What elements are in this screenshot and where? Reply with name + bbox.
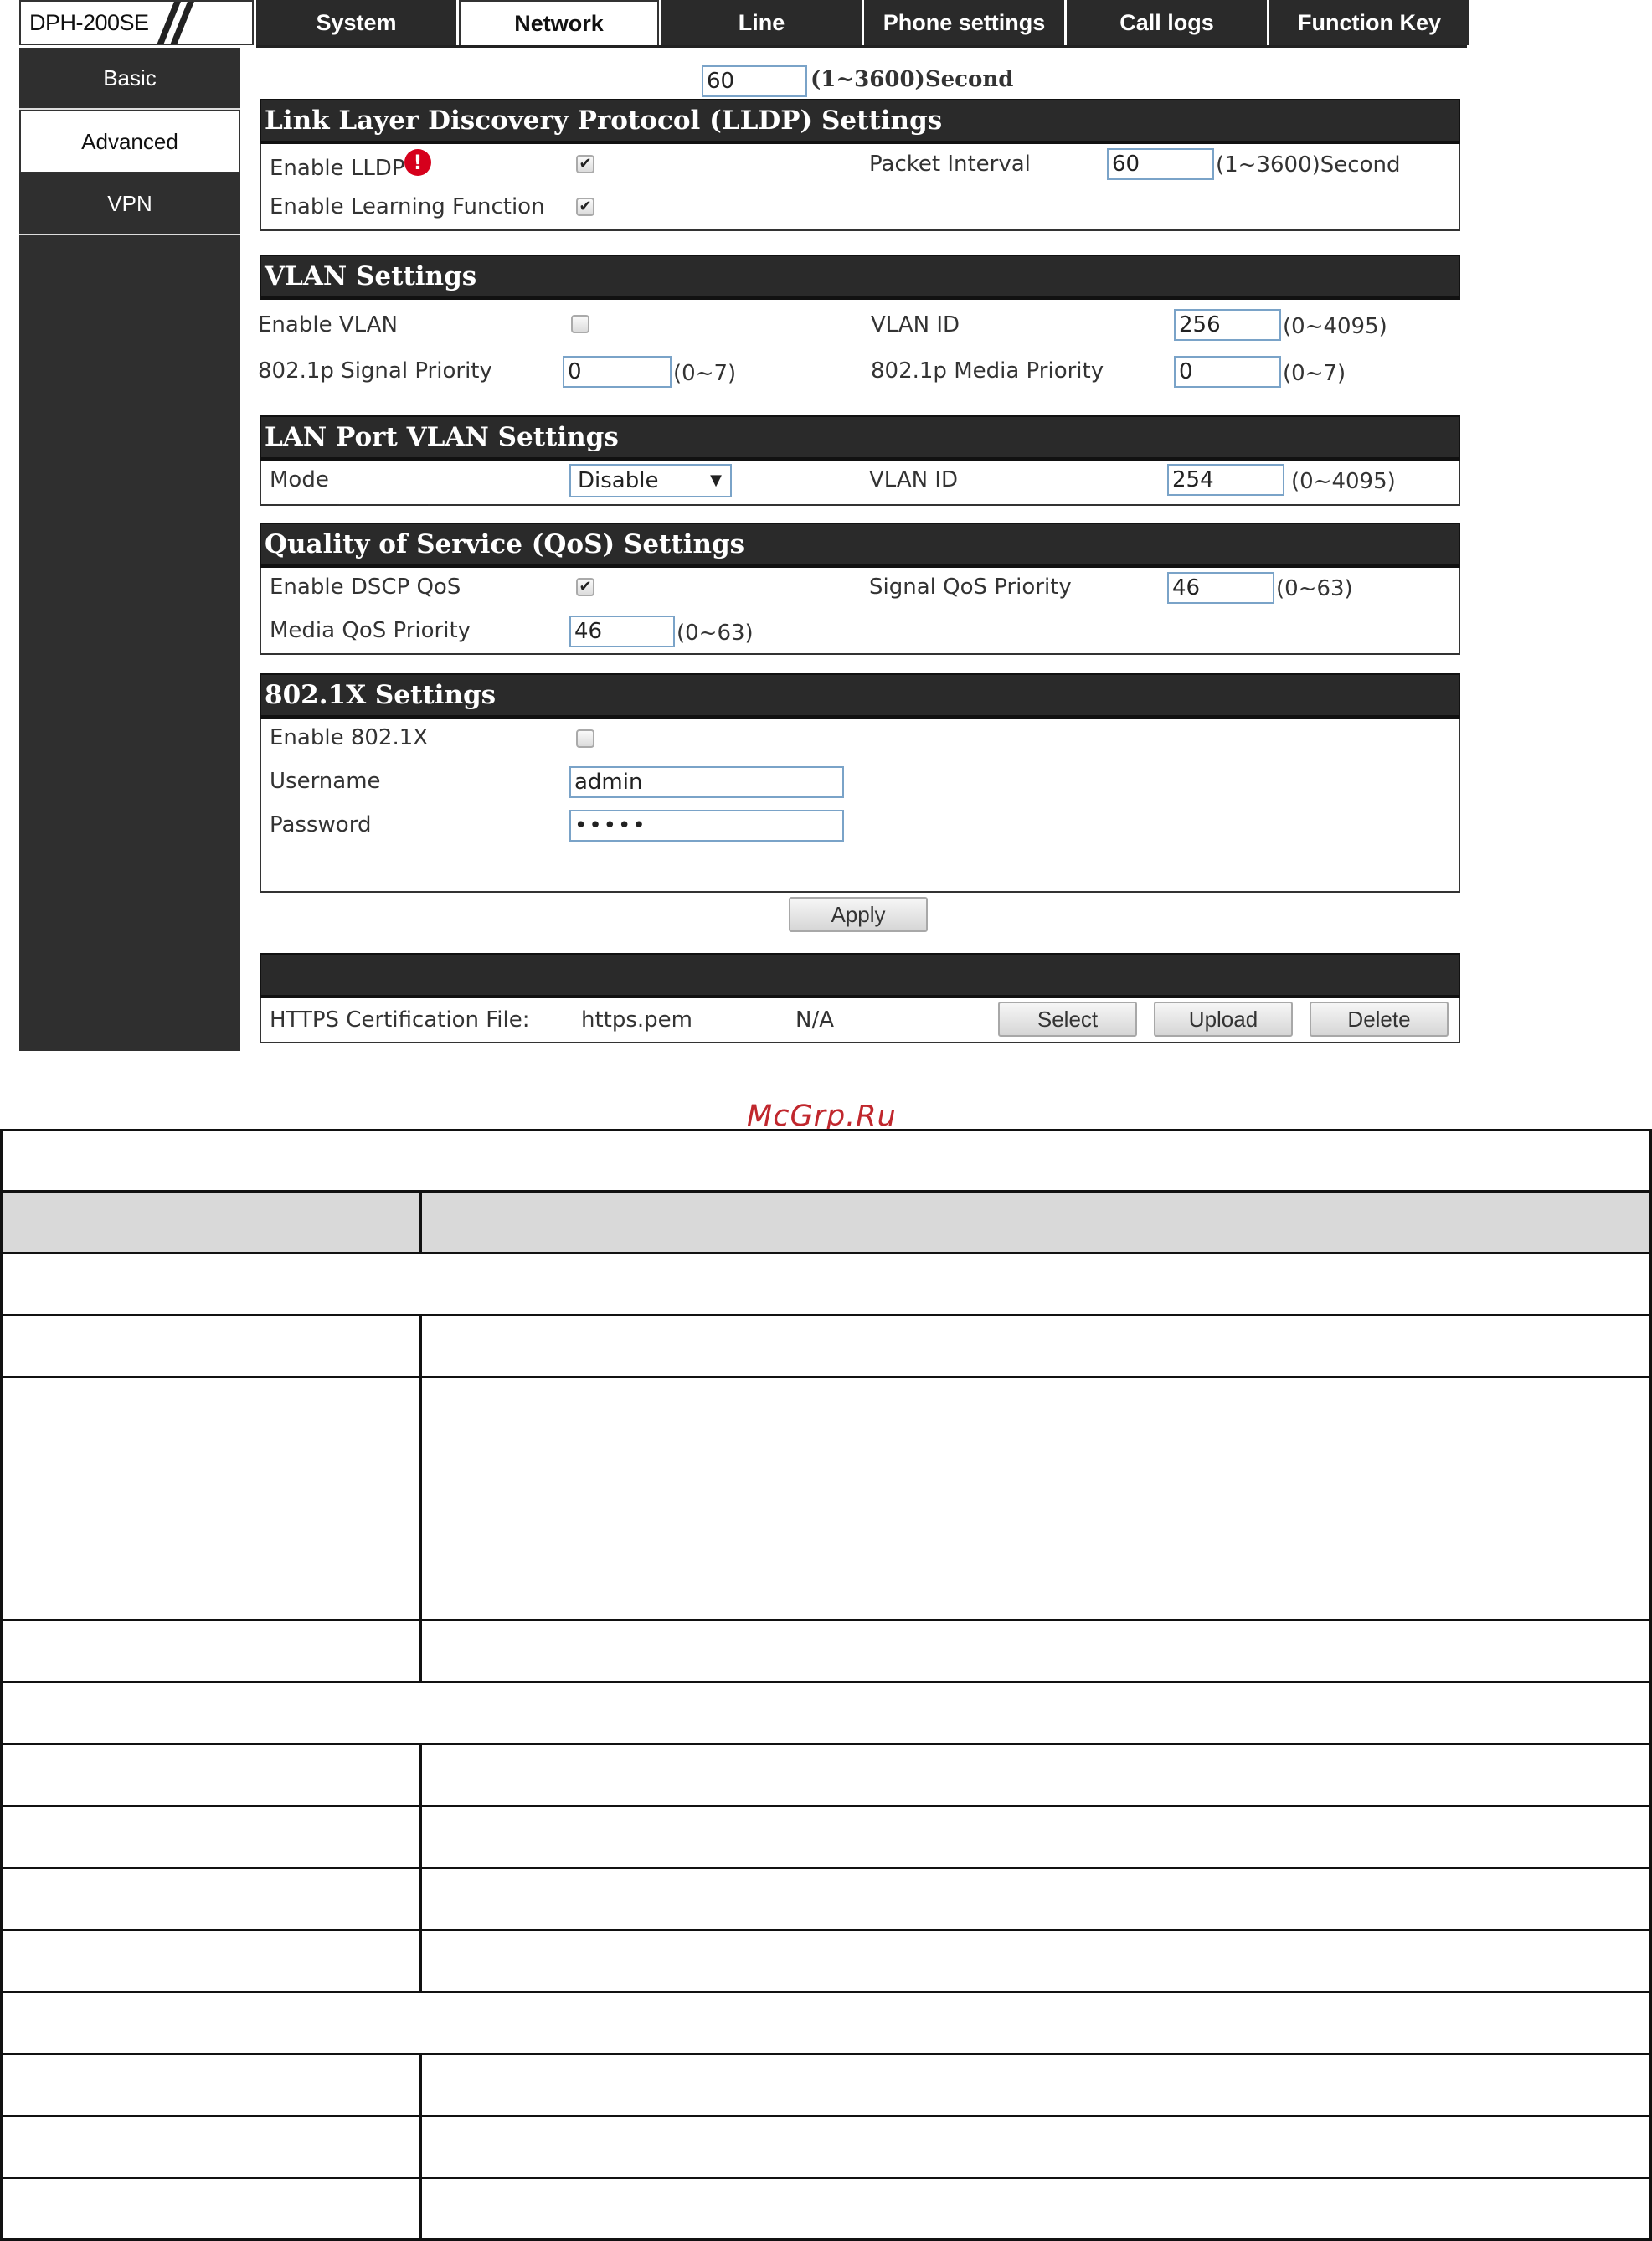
qos-title: Quality of Service (QoS) Settings	[265, 529, 745, 559]
table-header-row	[0, 1191, 1652, 1253]
table-row-line	[0, 1681, 1652, 1683]
enable-vlan-checkbox[interactable]	[571, 315, 589, 333]
interval-hint: (1~3600)Second	[811, 67, 1014, 92]
interval-input[interactable]: 60	[702, 65, 807, 97]
dscp-qos-label: Enable DSCP QoS	[270, 574, 461, 600]
tab-phone-settings[interactable]: Phone settings	[864, 0, 1064, 45]
sidebar-item-advanced[interactable]: Advanced	[19, 110, 240, 173]
lan-vlan-header: LAN Port VLAN Settings	[260, 415, 1460, 461]
password-label: Password	[270, 812, 372, 837]
nav-underline	[256, 45, 1467, 48]
tab-function-key[interactable]: Function Key	[1269, 0, 1469, 45]
media-qos-label: Media QoS Priority	[270, 618, 471, 643]
lan-vlan-title: LAN Port VLAN Settings	[265, 422, 619, 452]
table-border-left	[0, 1129, 3, 2241]
signal-priority-hint: (0~7)	[673, 361, 737, 386]
brand-logo: DPH-200SE	[19, 0, 254, 45]
sidebar: Basic Advanced VPN	[19, 48, 240, 1051]
delete-button[interactable]: Delete	[1310, 1002, 1449, 1037]
enable-dot1x-checkbox[interactable]	[576, 729, 594, 748]
table-row-line	[0, 1314, 1652, 1316]
packet-interval-input[interactable]: 60	[1107, 148, 1214, 180]
media-qos-input[interactable]: 46	[569, 616, 675, 647]
qos-header: Quality of Service (QoS) Settings	[260, 523, 1460, 568]
packet-interval-label: Packet Interval	[869, 152, 1031, 177]
media-priority-input[interactable]: 0	[1174, 356, 1281, 388]
mode-label: Mode	[270, 467, 329, 492]
table-row-line	[0, 1929, 1652, 1931]
dot1x-header: 802.1X Settings	[260, 673, 1460, 719]
https-cert-status: N/A	[795, 1007, 834, 1033]
media-priority-label: 802.1p Media Priority	[871, 358, 1104, 384]
table-row-line	[0, 1619, 1652, 1621]
table-row-line	[0, 1991, 1652, 1993]
parameter-table	[0, 1129, 1652, 2241]
tab-line[interactable]: Line	[661, 0, 862, 45]
table-row-line	[0, 1376, 1652, 1378]
packet-interval-hint: (1~3600)Second	[1216, 152, 1401, 178]
top-navigation: System Network Line Phone settings Call …	[256, 0, 1469, 45]
https-cert-file: https.pem	[581, 1007, 693, 1033]
table-row-line	[0, 1867, 1652, 1869]
lan-vlan-id-input[interactable]: 254	[1167, 464, 1284, 496]
media-priority-hint: (0~7)	[1283, 361, 1346, 386]
tab-system[interactable]: System	[256, 0, 456, 45]
table-row-line	[0, 1805, 1652, 1807]
signal-qos-label: Signal QoS Priority	[869, 574, 1072, 600]
dropdown-arrow-icon: ▼	[710, 471, 722, 489]
enable-vlan-label: Enable VLAN	[258, 312, 398, 337]
upload-button[interactable]: Upload	[1154, 1002, 1293, 1037]
username-label: Username	[270, 769, 381, 794]
tab-network[interactable]: Network	[459, 0, 659, 45]
lan-vlan-id-hint: (0~4095)	[1291, 469, 1396, 494]
lldp-title: Link Layer Discovery Protocol (LLDP) Set…	[265, 106, 943, 136]
dot1x-title: 802.1X Settings	[265, 680, 497, 710]
vlan-header: VLAN Settings	[260, 255, 1460, 300]
apply-button[interactable]: Apply	[789, 897, 928, 932]
vlan-title: VLAN Settings	[265, 261, 477, 291]
table-row-line	[0, 1252, 1652, 1254]
sidebar-item-basic[interactable]: Basic	[19, 48, 240, 110]
password-input[interactable]: •••••	[569, 810, 844, 842]
enable-dot1x-label: Enable 802.1X	[270, 725, 429, 750]
dscp-qos-checkbox[interactable]: ✔	[576, 578, 594, 596]
mode-select[interactable]: Disable ▼	[569, 464, 732, 497]
learning-function-label: Enable Learning Function	[270, 194, 545, 219]
table-col-divider	[419, 2053, 422, 2241]
signal-qos-hint: (0~63)	[1276, 576, 1353, 601]
https-cert-label: HTTPS Certification File:	[270, 1007, 530, 1033]
table-row-line	[0, 1743, 1652, 1745]
username-input[interactable]: admin	[569, 766, 844, 798]
lldp-header: Link Layer Discovery Protocol (LLDP) Set…	[260, 99, 1460, 144]
mode-select-value: Disable	[578, 468, 659, 493]
table-col-divider	[419, 1314, 422, 1619]
table-row-line	[0, 2053, 1652, 2055]
table-col-divider	[419, 1190, 422, 1252]
table-row-line	[0, 2177, 1652, 2179]
table-row-line	[0, 1129, 1652, 1131]
vlan-id-hint: (0~4095)	[1283, 314, 1387, 339]
sidebar-item-vpn[interactable]: VPN	[19, 173, 240, 235]
media-qos-hint: (0~63)	[677, 621, 754, 646]
enable-lldp-checkbox[interactable]: ✔	[576, 155, 594, 173]
table-row-line	[0, 2115, 1652, 2117]
lan-vlan-id-label: VLAN ID	[869, 467, 959, 492]
watermark: McGrp.Ru	[747, 1100, 897, 1133]
https-header	[260, 953, 1460, 998]
signal-qos-input[interactable]: 46	[1167, 572, 1274, 604]
model-name: DPH-200SE	[29, 10, 149, 35]
table-col-divider	[419, 1743, 422, 1991]
table-col-divider	[419, 1619, 422, 1681]
tab-call-logs[interactable]: Call logs	[1067, 0, 1267, 45]
table-row-line	[0, 1190, 1652, 1193]
learning-function-checkbox[interactable]: ✔	[576, 198, 594, 216]
vlan-id-input[interactable]: 256	[1174, 309, 1281, 341]
warning-icon: !	[404, 149, 431, 176]
enable-lldp-label: Enable LLDP	[270, 156, 405, 181]
signal-priority-label: 802.1p Signal Priority	[258, 358, 492, 384]
select-button[interactable]: Select	[998, 1002, 1137, 1037]
signal-priority-input[interactable]: 0	[563, 356, 672, 388]
vlan-id-label: VLAN ID	[871, 312, 960, 337]
